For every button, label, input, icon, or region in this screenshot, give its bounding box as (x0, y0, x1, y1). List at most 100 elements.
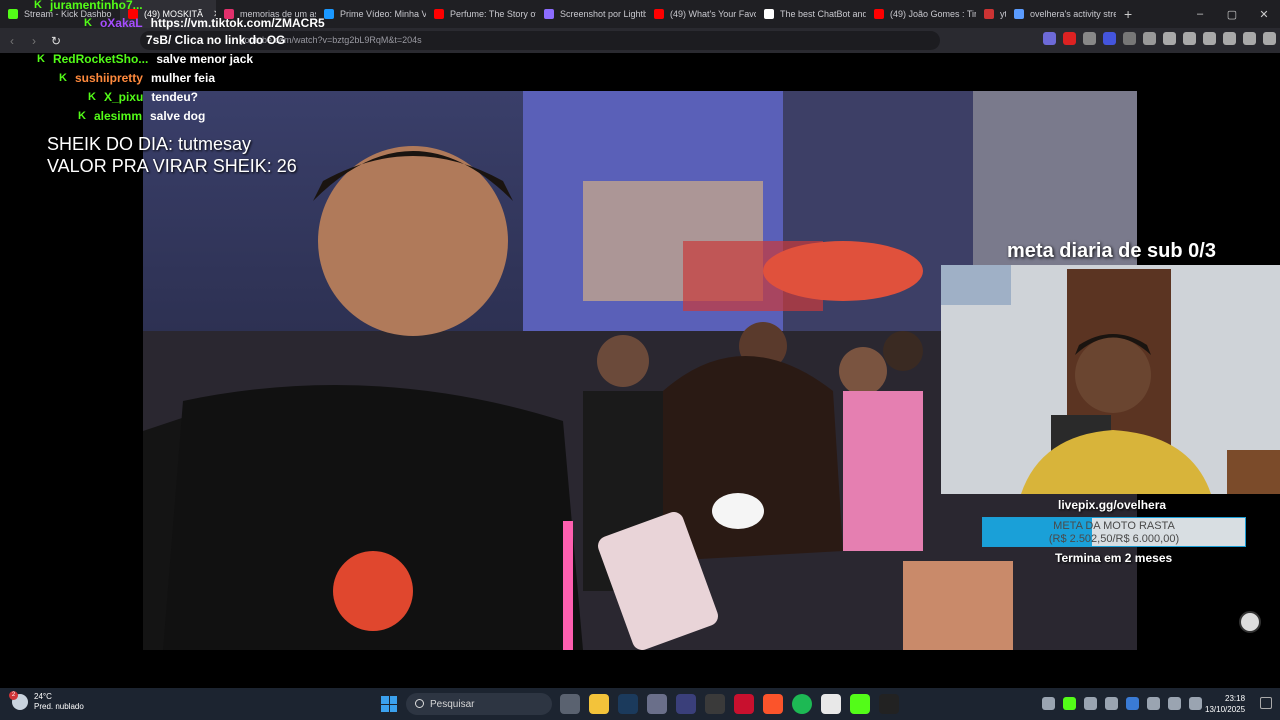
temperature: 24°C (34, 692, 52, 701)
tab-favicon-icon (654, 9, 664, 19)
search-icon (415, 699, 424, 708)
donation-goal-bar: META DA MOTO RASTA (R$ 2.502,50/R$ 6.000… (982, 517, 1246, 547)
vpn-icon[interactable] (1243, 32, 1256, 45)
kick-icon: K (78, 110, 86, 122)
tab-label: Perfume: The Story of (450, 9, 536, 19)
start-button[interactable] (381, 696, 397, 712)
tab-favicon-icon (764, 9, 774, 19)
app-icon[interactable] (647, 694, 667, 714)
volume-icon[interactable] (1189, 697, 1202, 710)
tab-favicon-icon (874, 9, 884, 19)
kick-tray-icon[interactable] (1063, 697, 1076, 710)
chat-message: K sushiipretty mulher feia (59, 71, 215, 85)
browser-tab[interactable]: (49) What's Your Favo (646, 0, 756, 28)
brave-icon[interactable] (763, 694, 783, 714)
chat-text: tendeu? (151, 90, 198, 104)
media-icon[interactable] (1163, 32, 1176, 45)
window-controls: – ▢ ✕ (1184, 0, 1280, 28)
tray-icon[interactable] (1105, 697, 1118, 710)
spotify-icon[interactable] (792, 694, 812, 714)
wallet-icon[interactable] (1203, 32, 1216, 45)
extension-icon[interactable] (1083, 32, 1096, 45)
chat-username[interactable]: sushiipretty (75, 71, 143, 85)
sheik-value: VALOR PRA VIRAR SHEIK: 26 (47, 156, 297, 176)
reload-icon[interactable]: ↻ (46, 31, 66, 51)
menu-icon[interactable] (1263, 32, 1276, 45)
extension-icons (1043, 32, 1276, 45)
chat-message: 7sB/ Clica no link do OG (146, 33, 285, 47)
new-tab-icon[interactable]: + (1116, 6, 1140, 22)
kick-icon: K (84, 17, 92, 29)
sidebar-icon[interactable] (1183, 32, 1196, 45)
tab-label: ovelhera's activity stre (1030, 9, 1116, 19)
task-view-icon[interactable] (560, 694, 580, 714)
minimize-icon[interactable]: – (1184, 0, 1216, 28)
kick-icon: K (59, 72, 67, 84)
sub-goal-label: meta diaria de sub 0/3 (1007, 240, 1216, 262)
chat-username[interactable]: oXakaL (100, 16, 143, 30)
app-icon[interactable] (676, 694, 696, 714)
notification-icon[interactable] (1260, 697, 1272, 709)
browser-tab[interactable]: Perfume: The Story of (426, 0, 536, 28)
taskbar-search[interactable]: Pesquisar (406, 693, 552, 715)
webcam-feed (941, 265, 1280, 494)
weather-widget[interactable]: 2 24°C Pred. nublado (9, 691, 84, 712)
notification-badge: 2 (9, 691, 18, 700)
mascot-icon (1239, 611, 1261, 633)
chat-text: salve menor jack (156, 52, 254, 66)
chat-text: 7sB/ Clica no link do OG (146, 33, 286, 47)
browser-tab[interactable]: ytb (976, 0, 1006, 28)
opera-icon[interactable] (734, 694, 754, 714)
tab-label: The best ChatBot and (780, 9, 866, 19)
browser-tab[interactable]: The best ChatBot and (756, 0, 866, 28)
network-icon[interactable] (1168, 697, 1181, 710)
puzzle-icon[interactable] (1143, 32, 1156, 45)
livepix-link: livepix.gg/ovelhera (1058, 498, 1167, 512)
tab-favicon-icon (8, 9, 18, 19)
maximize-icon[interactable]: ▢ (1216, 0, 1248, 28)
tray-icon[interactable] (1084, 697, 1097, 710)
tab-favicon-icon (324, 9, 334, 19)
steam-icon[interactable] (618, 694, 638, 714)
leo-icon[interactable] (1223, 32, 1236, 45)
browser-tab[interactable]: Prime Vídeo: Minha V (316, 0, 426, 28)
microphone-icon[interactable] (1147, 697, 1160, 710)
extension-icon[interactable] (1103, 32, 1116, 45)
clock[interactable]: 23:18 13/10/2025 (1205, 693, 1245, 715)
kick-icon: K (88, 91, 96, 103)
extension-icon[interactable] (1123, 32, 1136, 45)
browser-tab[interactable]: Screenshot por Lightb (536, 0, 646, 28)
chevron-up-icon[interactable] (1042, 697, 1055, 710)
kick-icon: K (37, 53, 45, 65)
goal-text: META DA MOTO RASTA (R$ 2.502,50/R$ 6.000… (983, 520, 1245, 546)
windows-taskbar: 2 24°C Pred. nublado Pesquisar 23:18 13/… (0, 688, 1280, 720)
chat-username[interactable]: juramentinho7... (50, 0, 143, 12)
tab-favicon-icon (984, 9, 994, 19)
extension-icon[interactable] (1063, 32, 1076, 45)
date: 13/10/2025 (1205, 705, 1246, 714)
close-window-icon[interactable]: ✕ (1248, 0, 1280, 28)
back-icon[interactable]: ‹ (2, 31, 22, 51)
chat-text: https://vm.tiktok.com/ZMACR5 (150, 16, 325, 30)
file-explorer-icon[interactable] (589, 694, 609, 714)
chat-username[interactable]: RedRocketSho... (53, 52, 148, 66)
cloud-icon: 2 (9, 691, 28, 710)
chat-username[interactable]: X_pixu (104, 90, 143, 104)
file-icon[interactable] (821, 694, 841, 714)
kick-app-icon[interactable] (850, 694, 870, 714)
chat-text: mulher feia (150, 71, 215, 85)
forward-icon[interactable]: › (24, 31, 44, 51)
sheik-overlay: SHEIK DO DIA: tutmesay VALOR PRA VIRAR S… (47, 133, 297, 177)
weather-text: Pred. nublado (34, 702, 84, 711)
extension-icon[interactable] (1043, 32, 1056, 45)
bluetooth-icon[interactable] (1126, 697, 1139, 710)
chat-message: K X_pixu tendeu? (88, 90, 198, 104)
browser-tab[interactable]: (49) João Gomes : Tirp (866, 0, 976, 28)
app-icon[interactable] (705, 694, 725, 714)
chat-username[interactable]: alesimm (94, 109, 142, 123)
search-placeholder: Pesquisar (430, 698, 475, 710)
tab-label: (49) João Gomes : Tirp (890, 9, 976, 19)
browser-tab[interactable]: ovelhera's activity stre (1006, 0, 1116, 28)
taskbar-apps (560, 694, 899, 714)
app-icon[interactable] (879, 694, 899, 714)
